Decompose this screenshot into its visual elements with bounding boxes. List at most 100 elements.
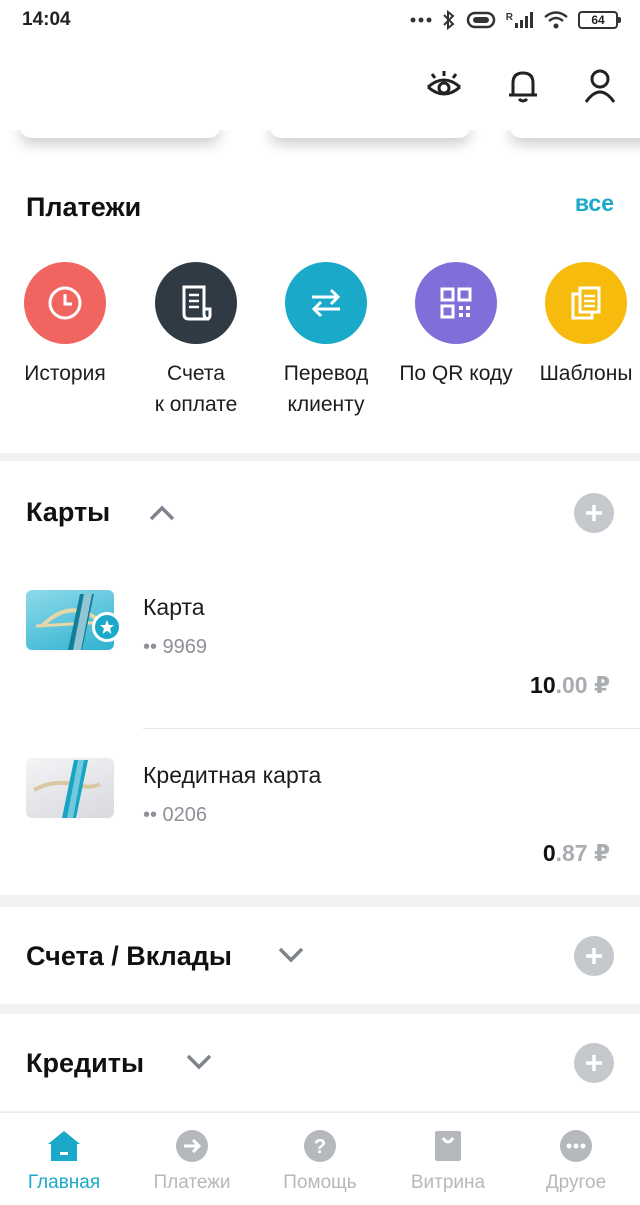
plus-icon [586, 1055, 602, 1071]
payments-section: Платежи все История Счета к оплате Перев… [0, 170, 640, 453]
card-number: •• 9969 [143, 636, 208, 658]
balance-integer: 0 [542, 840, 556, 866]
plus-icon [586, 948, 602, 964]
wifi-icon [544, 11, 568, 29]
tab-home[interactable]: Главная [0, 1113, 128, 1205]
credits-section: Кредиты [0, 1014, 640, 1111]
invoice-icon [182, 285, 212, 321]
card-image [26, 758, 114, 818]
bluetooth-icon [443, 10, 455, 30]
notifications-button[interactable] [501, 64, 545, 108]
chevron-up-icon [149, 505, 175, 521]
more-dots-icon [410, 17, 432, 23]
top-app-bar [0, 40, 640, 130]
tab-label: Другое [545, 1172, 607, 1193]
credits-title: Кредиты [26, 1048, 145, 1078]
card-item[interactable]: Кредитная карта •• 0206 0.87 ₽ [0, 740, 640, 908]
accounts-section: Счета / Вклады [0, 907, 640, 1004]
quick-action-qr[interactable]: По QR коду [391, 262, 521, 389]
home-icon [48, 1131, 80, 1161]
quick-action-label: По QR коду [399, 362, 513, 385]
card-balance: 10.00 ₽ [530, 672, 610, 699]
user-icon [584, 69, 616, 103]
quick-action-invoices[interactable]: Счета к оплате [131, 262, 261, 420]
quick-action-circle [285, 262, 367, 344]
bottom-navigation: Главная Платежи ? Помощь Витрина Другое [0, 1112, 640, 1205]
balance-fraction: .00 ₽ [555, 672, 610, 698]
chevron-down-icon [278, 947, 304, 963]
battery-indicator: 64 [578, 11, 621, 29]
chevron-down-icon [186, 1054, 212, 1070]
battery-level: 64 [591, 13, 605, 27]
quick-action-transfer[interactable]: Перевод клиенту [261, 262, 391, 420]
accounts-title: Счета / Вклады [26, 941, 232, 971]
tab-label: Витрина [410, 1172, 486, 1193]
tab-icon [47, 1129, 81, 1163]
tab-other[interactable]: Другое [512, 1113, 640, 1205]
quick-action-history[interactable]: История [0, 262, 130, 389]
credit-card-icon [33, 760, 101, 818]
tab-icon: ? [303, 1129, 337, 1163]
balance-fraction: .87 ₽ [555, 840, 610, 866]
status-bar: 14:04 R 64 [0, 0, 640, 40]
carousel-item-shadow [20, 130, 220, 138]
cards-collapse-toggle[interactable] [147, 503, 177, 523]
signal-icon: R [506, 12, 534, 28]
status-time: 14:04 [22, 9, 71, 30]
tab-payments[interactable]: Платежи [128, 1113, 256, 1205]
tab-showcase[interactable]: Витрина [384, 1113, 512, 1205]
arrow-circle-icon [176, 1130, 208, 1162]
carousel-shadow [0, 130, 640, 170]
help-icon: ? [304, 1130, 336, 1162]
shopping-bag-icon [435, 1131, 461, 1161]
payments-title: Платежи [26, 192, 142, 222]
quick-action-label: Счета к оплате [154, 362, 238, 416]
quick-action-circle [155, 262, 237, 344]
cards-title: Карты [26, 497, 111, 527]
tab-icon [559, 1129, 593, 1163]
quick-action-label: История [24, 362, 106, 385]
add-card-button[interactable] [574, 493, 614, 533]
templates-icon [571, 286, 601, 320]
qr-code-icon [440, 287, 472, 319]
balance-integer: 10 [530, 672, 556, 698]
card-balance: 0.87 ₽ [543, 840, 610, 867]
profile-button[interactable] [578, 64, 622, 108]
plus-icon [586, 505, 602, 521]
transfer-arrows-icon [311, 288, 341, 318]
quick-action-label: Перевод клиенту [283, 362, 369, 416]
hide-balance-button[interactable] [422, 64, 466, 108]
card-divider [143, 728, 640, 729]
cards-section: Карты Карта •• 9969 10.00 ₽ Кредитная ка… [0, 461, 640, 895]
card-item[interactable]: Карта •• 9969 10.00 ₽ [0, 572, 640, 740]
tab-label: Помощь [283, 1172, 357, 1193]
add-credit-button[interactable] [574, 1043, 614, 1083]
star-icon [100, 620, 114, 634]
tab-icon [431, 1129, 465, 1163]
vibrate-icon [466, 11, 496, 29]
tab-help[interactable]: ? Помощь [256, 1113, 384, 1205]
card-name: Карта [143, 594, 205, 620]
carousel-item-shadow [270, 130, 470, 138]
svg-text:?: ? [314, 1136, 326, 1158]
status-icons: R 64 [410, 10, 621, 30]
quick-action-label: Шаблоны [539, 362, 633, 385]
tab-label: Платежи [153, 1172, 231, 1193]
network-label: R [505, 12, 513, 23]
tab-icon [175, 1129, 209, 1163]
quick-action-templates[interactable]: Шаблоны [521, 262, 640, 389]
main-card-badge [92, 612, 122, 642]
add-account-button[interactable] [574, 936, 614, 976]
quick-action-circle [545, 262, 627, 344]
card-number: •• 0206 [143, 804, 208, 826]
payments-all-link[interactable]: все [575, 190, 614, 217]
clock-icon [48, 286, 82, 320]
more-dots-icon [560, 1130, 592, 1162]
eye-icon [427, 71, 461, 96]
bell-icon [509, 71, 537, 103]
quick-action-circle [24, 262, 106, 344]
carousel-item-shadow [510, 130, 640, 138]
credits-expand-toggle[interactable] [184, 1052, 214, 1072]
accounts-expand-toggle[interactable] [276, 945, 306, 965]
quick-action-circle [415, 262, 497, 344]
